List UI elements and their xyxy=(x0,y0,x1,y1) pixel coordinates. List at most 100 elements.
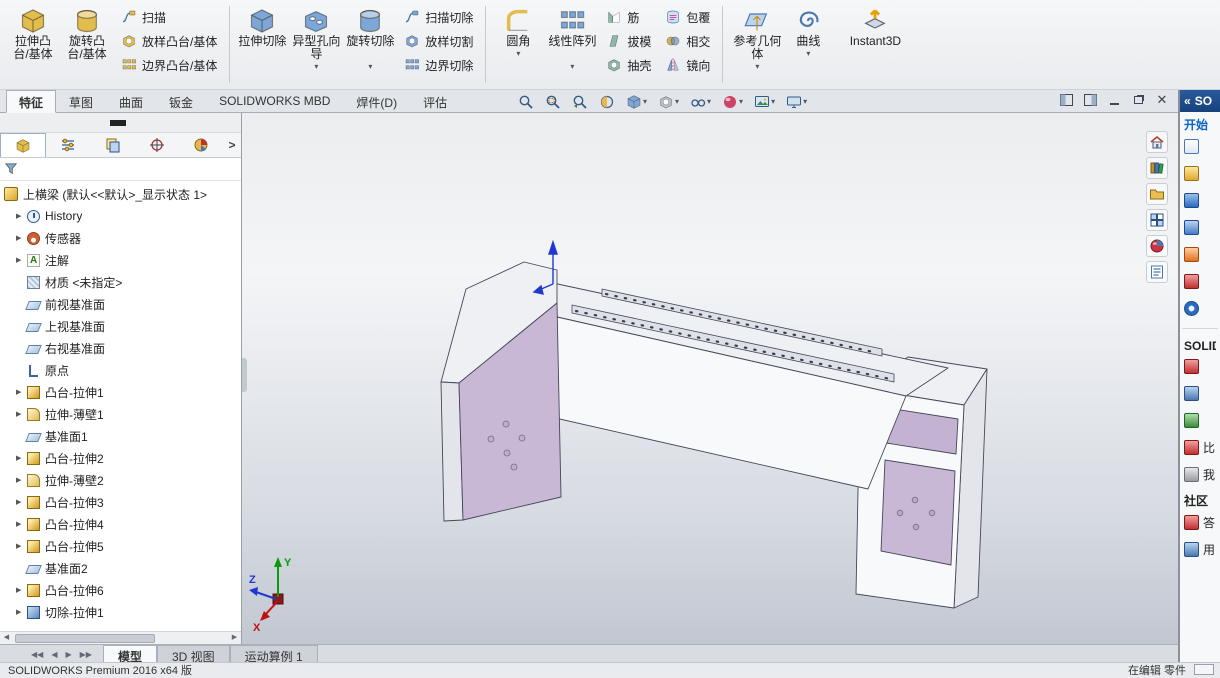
tab-weldments[interactable]: 焊件(D) xyxy=(343,90,410,113)
scroll-right-icon[interactable] xyxy=(228,632,241,644)
last-tab-icon[interactable] xyxy=(77,648,95,661)
pane-left-icon[interactable] xyxy=(1058,92,1074,107)
expand-arrow-icon[interactable] xyxy=(16,520,27,528)
boundary-boss-button[interactable]: 边界凸台/基体 xyxy=(114,53,224,77)
collapse-chevron-icon[interactable]: « xyxy=(1184,94,1191,108)
user-groups-item[interactable] xyxy=(1184,268,1216,295)
display-style-icon[interactable]: ▾ xyxy=(655,92,682,112)
apply-scene-icon[interactable]: ▾ xyxy=(751,92,778,112)
whats-new-item[interactable] xyxy=(1184,241,1216,268)
zoom-fit-icon[interactable] xyxy=(515,92,537,112)
tree-item-origin[interactable]: 原点 xyxy=(0,359,241,381)
revolved-cut-button[interactable]: 旋转切除 ▾ xyxy=(343,3,397,73)
expand-arrow-icon[interactable] xyxy=(16,586,27,594)
swept-boss-button[interactable]: 扫描 xyxy=(114,5,224,29)
3d-views-tab[interactable]: 3D 视图 xyxy=(156,645,230,664)
expand-arrow-icon[interactable] xyxy=(16,410,27,418)
tree-item-boss-extrude2[interactable]: 凸台-拉伸2 xyxy=(0,447,241,469)
dropdown-caret-icon[interactable]: ▾ xyxy=(516,49,520,58)
extruded-cut-button[interactable]: 拉伸切除 xyxy=(235,3,289,64)
edit-appearance-icon[interactable]: ▾ xyxy=(719,92,746,112)
expand-arrow-icon[interactable] xyxy=(16,454,27,462)
general-info-item[interactable] xyxy=(1184,295,1216,322)
zoom-to-area-icon[interactable] xyxy=(542,92,564,112)
tree-item-sensors[interactable]: 传感器 xyxy=(0,227,241,249)
boundary-cut-button[interactable]: 边界切除 xyxy=(397,53,480,77)
mirror-button[interactable]: 镜向 xyxy=(658,53,717,77)
custom-properties-box[interactable] xyxy=(1194,664,1214,675)
online-training-item[interactable] xyxy=(1184,214,1216,241)
reference-geometry-button[interactable]: 参考几何体 ▾ xyxy=(728,3,786,73)
expand-arrow-icon[interactable] xyxy=(16,212,27,220)
tab-sheet-metal[interactable]: 钣金 xyxy=(156,90,206,113)
tree-filter-row[interactable] xyxy=(0,158,241,181)
dropdown-caret-icon[interactable]: ▾ xyxy=(806,49,810,58)
tab-surfaces[interactable]: 曲面 xyxy=(106,90,156,113)
tree-horizontal-scrollbar[interactable] xyxy=(0,631,241,644)
tab-solidworks-mbd[interactable]: SOLIDWORKS MBD xyxy=(206,90,343,113)
tree-item-cut-extrude1[interactable]: 切除-拉伸1 xyxy=(0,601,241,623)
expand-arrow-icon[interactable] xyxy=(16,234,27,242)
tree-item-boss-extrude6[interactable]: 凸台-拉伸6 xyxy=(0,579,241,601)
displaymanager-tab[interactable] xyxy=(179,133,223,157)
draft-button[interactable]: 拔模 xyxy=(599,29,658,53)
file-explorer-icon[interactable] xyxy=(1146,183,1168,205)
dropdown-caret-icon[interactable]: ▾ xyxy=(643,97,647,106)
wrap-button[interactable]: 包覆 xyxy=(658,5,717,29)
expand-arrow-icon[interactable] xyxy=(16,608,27,616)
featuremanager-tab[interactable] xyxy=(0,133,47,157)
lofted-cut-button[interactable]: 放样切割 xyxy=(397,29,480,53)
panel-tabs-overflow-chevron[interactable] xyxy=(223,138,241,152)
tree-item-annotations[interactable]: 注解 xyxy=(0,249,241,271)
pane-right-icon[interactable] xyxy=(1082,92,1098,107)
extruded-boss-base-button[interactable]: 拉伸凸台/基体 xyxy=(6,3,60,64)
next-tab-icon[interactable] xyxy=(62,648,74,661)
section-view-icon[interactable] xyxy=(596,92,618,112)
configurationmanager-tab[interactable] xyxy=(90,133,134,157)
shell-button[interactable]: 抽壳 xyxy=(599,53,658,77)
intersect-button[interactable]: 相交 xyxy=(658,29,717,53)
expand-arrow-icon[interactable] xyxy=(16,388,27,396)
swept-cut-button[interactable]: 扫描切除 xyxy=(397,5,480,29)
tree-item-extrude-thin2[interactable]: 拉伸-薄壁2 xyxy=(0,469,241,491)
tool-item-1[interactable] xyxy=(1184,353,1216,380)
community-item-2[interactable]: 用 xyxy=(1184,536,1216,563)
scrollbar-thumb[interactable] xyxy=(15,633,155,643)
instant3d-button[interactable]: Instant3D xyxy=(837,3,913,51)
close-button[interactable]: ✕ xyxy=(1154,92,1170,107)
new-document-item[interactable] xyxy=(1184,133,1216,160)
lofted-boss-button[interactable]: 放样凸台/基体 xyxy=(114,29,224,53)
task-pane-header[interactable]: « SO xyxy=(1180,90,1220,112)
rib-button[interactable]: 筋 xyxy=(599,5,658,29)
fillet-button[interactable]: 圆角 ▾ xyxy=(491,3,545,60)
tree-item-top-plane[interactable]: 上视基准面 xyxy=(0,315,241,337)
dropdown-caret-icon[interactable]: ▾ xyxy=(368,62,372,71)
tree-item-boss-extrude5[interactable]: 凸台-拉伸5 xyxy=(0,535,241,557)
tree-item-boss-extrude1[interactable]: 凸台-拉伸1 xyxy=(0,381,241,403)
minimize-button[interactable] xyxy=(1106,92,1122,107)
expand-arrow-icon[interactable] xyxy=(16,542,27,550)
view-settings-icon[interactable]: ▾ xyxy=(783,92,810,112)
custom-properties-icon[interactable] xyxy=(1146,261,1168,283)
tool-item-2[interactable] xyxy=(1184,380,1216,407)
curves-button[interactable]: 曲线 ▾ xyxy=(786,3,830,60)
linear-pattern-button[interactable]: 线性阵列 ▾ xyxy=(545,3,599,73)
design-library-icon[interactable] xyxy=(1146,157,1168,179)
tool-item-my-products[interactable]: 我 xyxy=(1184,461,1216,488)
expand-arrow-icon[interactable] xyxy=(16,256,27,264)
dropdown-caret-icon[interactable]: ▾ xyxy=(803,97,807,106)
model-tab[interactable]: 模型 xyxy=(102,645,157,664)
tree-item-extrude-thin1[interactable]: 拉伸-薄壁1 xyxy=(0,403,241,425)
expand-arrow-icon[interactable] xyxy=(16,498,27,506)
previous-tab-icon[interactable] xyxy=(48,648,60,661)
tree-item-boss-extrude3[interactable]: 凸台-拉伸3 xyxy=(0,491,241,513)
panel-splitter-handle[interactable] xyxy=(110,120,126,126)
tree-item-plane1[interactable]: 基准面1 xyxy=(0,425,241,447)
hole-wizard-button[interactable]: 异型孔向导 ▾ xyxy=(289,3,343,73)
motion-study-tab[interactable]: 运动算例 1 xyxy=(229,645,318,664)
first-tab-icon[interactable] xyxy=(28,648,46,661)
tree-item-material[interactable]: 材质 <未指定> xyxy=(0,271,241,293)
tree-item-history[interactable]: History xyxy=(0,205,241,227)
expand-arrow-icon[interactable] xyxy=(16,476,27,484)
view-orientation-icon[interactable]: ▾ xyxy=(623,92,650,112)
